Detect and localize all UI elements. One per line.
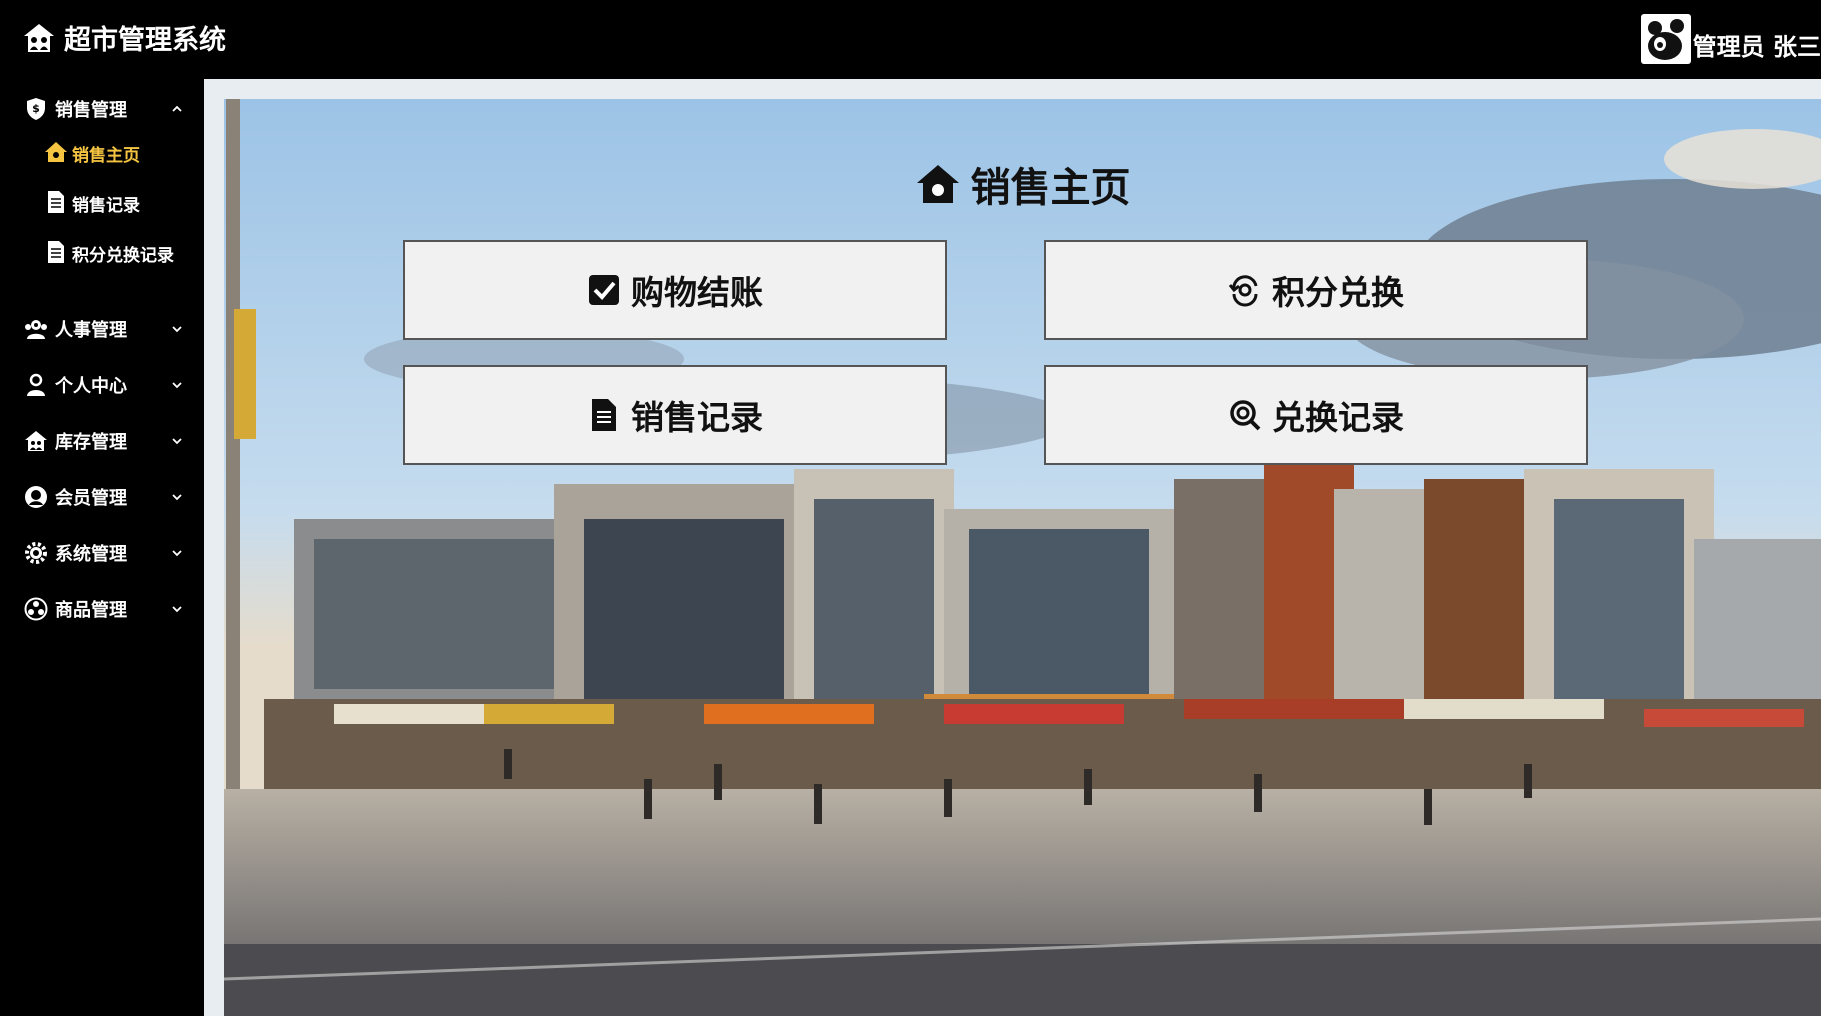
app-brand[interactable]: 超市管理系统: [22, 18, 226, 57]
sidebar-item-label: 积分兑换记录: [72, 246, 174, 266]
home-icon: [916, 165, 959, 203]
chevron-down-icon: [172, 606, 182, 613]
sidebar-group-system[interactable]: 系统管理: [0, 533, 204, 573]
chevron-down-icon: [172, 326, 182, 333]
sidebar-group-label: 商品管理: [55, 600, 127, 621]
svg-text:$: $: [32, 102, 40, 115]
product-icon: [23, 596, 49, 622]
panda-avatar-icon[interactable]: [1640, 14, 1691, 64]
points-exchange-button[interactable]: 积分兑换: [1044, 240, 1588, 340]
sidebar-group-profile[interactable]: 个人中心: [0, 365, 204, 405]
user-menu[interactable]: 管理员 张三: [1640, 14, 1821, 64]
app-title: 超市管理系统: [64, 25, 226, 56]
house-people-icon: [24, 23, 54, 52]
user-name: 管理员 张三: [1692, 33, 1821, 61]
sidebar-item-points-records[interactable]: 积分兑换记录: [0, 235, 204, 269]
sidebar-item-label: 销售主页: [72, 146, 140, 166]
gear-icon: [23, 540, 49, 566]
sidebar: $ 销售管理 销售主页 销售记录 积分兑换记录 人事管理 个人中心 库存管理 会…: [0, 79, 204, 1016]
sales-records-button-label: 销售记录: [631, 398, 763, 437]
team-icon: [23, 316, 49, 342]
sidebar-group-label: 会员管理: [55, 488, 127, 509]
sales-records-button[interactable]: 销售记录: [403, 365, 947, 465]
document-icon: [48, 191, 64, 213]
sidebar-group-label: 个人中心: [55, 376, 127, 397]
main-content: 销售主页 购物结账 积分兑换 销售记录 兑换记录: [204, 79, 1821, 1016]
sidebar-group-inventory[interactable]: 库存管理: [0, 421, 204, 461]
sidebar-group-hr[interactable]: 人事管理: [0, 309, 204, 349]
sidebar-group-label: 库存管理: [55, 432, 127, 453]
points-exchange-button-label: 积分兑换: [1272, 273, 1404, 312]
sidebar-item-sales-records[interactable]: 销售记录: [0, 185, 204, 219]
sidebar-group-products[interactable]: 商品管理: [0, 589, 204, 629]
page-title-text: 销售主页: [970, 165, 1131, 211]
page-title: 销售主页: [224, 155, 1821, 213]
user-icon: [23, 372, 49, 398]
chevron-down-icon: [172, 550, 182, 557]
background-scene: 销售主页 购物结账 积分兑换 销售记录 兑换记录: [224, 99, 1821, 1016]
chevron-down-icon: [172, 438, 182, 445]
sidebar-group-members[interactable]: 会员管理: [0, 477, 204, 517]
shield-icon: $: [23, 96, 49, 122]
checkout-button-label: 购物结账: [631, 273, 763, 312]
sidebar-item-sales-home[interactable]: 销售主页: [0, 135, 204, 169]
sidebar-group-label: 销售管理: [55, 100, 127, 121]
document-icon: [592, 399, 616, 431]
home-icon: [45, 142, 67, 162]
chevron-down-icon: [172, 382, 182, 389]
chevron-down-icon: [172, 494, 182, 501]
checkbox-icon: [589, 275, 619, 305]
exchange-records-button[interactable]: 兑换记录: [1044, 365, 1588, 465]
exchange-icon: [1228, 275, 1258, 307]
sidebar-group-sales[interactable]: $ 销售管理: [0, 89, 204, 129]
street-background-image: [224, 99, 1821, 1016]
exchange-records-button-label: 兑换记录: [1272, 398, 1404, 437]
sidebar-group-label: 系统管理: [55, 544, 127, 565]
warehouse-icon: [23, 428, 49, 454]
checkout-button[interactable]: 购物结账: [403, 240, 947, 340]
search-record-icon: [1230, 400, 1261, 431]
sidebar-group-label: 人事管理: [55, 320, 127, 341]
member-icon: [23, 484, 49, 510]
document-icon: [48, 241, 64, 263]
top-bar: 超市管理系统 管理员 张三: [0, 0, 1821, 79]
chevron-up-icon: [172, 105, 182, 112]
sidebar-item-label: 销售记录: [72, 196, 140, 216]
